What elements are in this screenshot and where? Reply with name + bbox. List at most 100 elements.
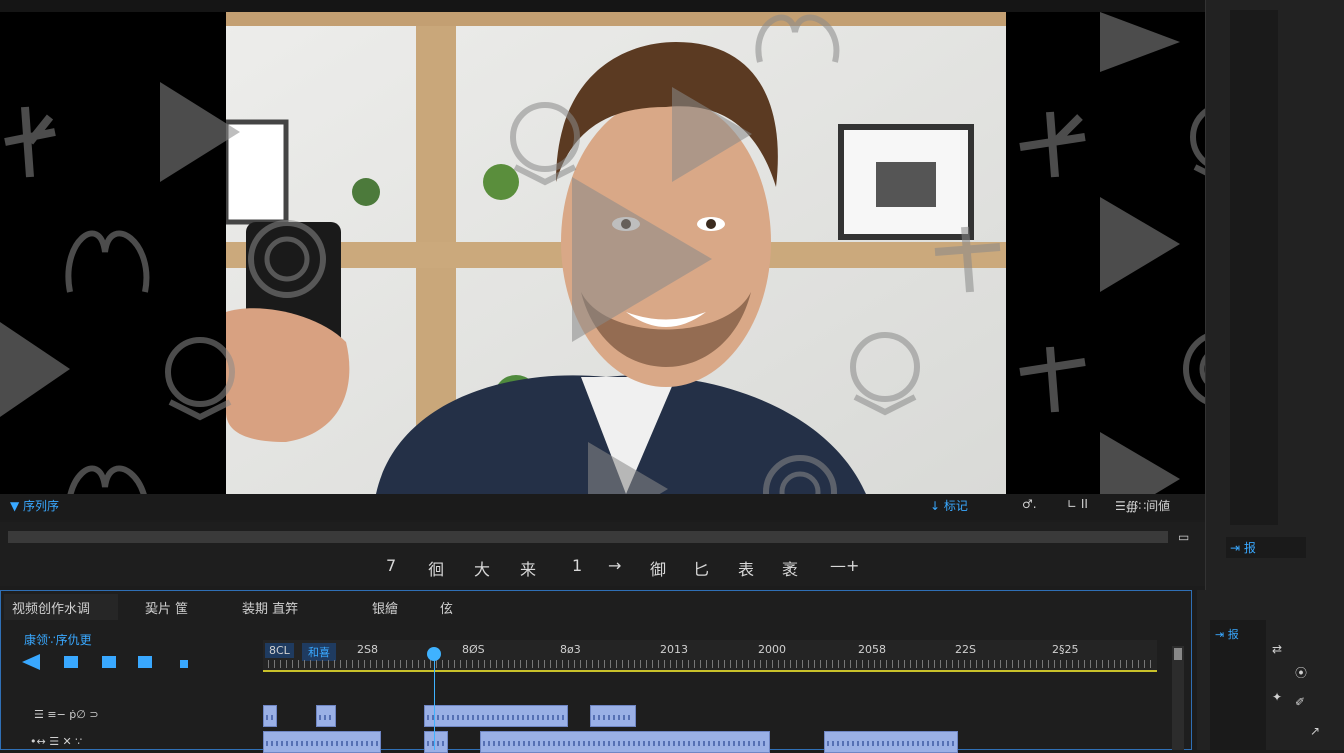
tool-icon[interactable]: ⦿ bbox=[1295, 664, 1307, 681]
transport-button[interactable]: 匕 bbox=[693, 556, 709, 580]
timeline-tool-icons[interactable] bbox=[22, 653, 202, 671]
timeline-scrollbar[interactable] bbox=[1172, 646, 1184, 750]
ruler-tick bbox=[520, 660, 521, 668]
ruler-tick bbox=[658, 660, 659, 668]
ruler-tick bbox=[400, 660, 401, 668]
ruler-tick bbox=[946, 660, 947, 668]
bulb-overlay-icon bbox=[850, 332, 920, 416]
ruler-tick bbox=[274, 660, 275, 668]
video-clip[interactable] bbox=[590, 705, 636, 727]
tab-item[interactable]: 伭 bbox=[440, 598, 453, 617]
ruler-tick bbox=[742, 660, 743, 668]
right-panel-label[interactable]: ⇥ 报 bbox=[1226, 537, 1306, 558]
program-monitor[interactable] bbox=[0, 12, 1205, 494]
video-clip[interactable] bbox=[316, 705, 336, 727]
ruler-tick bbox=[682, 660, 683, 668]
ruler-tick bbox=[820, 660, 821, 668]
ruler-tick bbox=[1054, 660, 1055, 668]
ruler-tick bbox=[754, 660, 755, 668]
transport-button[interactable]: → bbox=[608, 556, 621, 575]
ruler-tick bbox=[610, 660, 611, 668]
ruler-tick bbox=[958, 660, 959, 668]
ruler-tick bbox=[676, 660, 677, 668]
ruler-tick bbox=[1000, 660, 1001, 668]
ruler-tick bbox=[382, 660, 383, 668]
right-panel-scroll-area[interactable] bbox=[1230, 10, 1278, 525]
ruler-tick bbox=[994, 660, 995, 668]
tab-item[interactable]: 巬片 筺 bbox=[145, 598, 188, 617]
transport-button[interactable]: 来 bbox=[520, 556, 536, 580]
ruler-tick bbox=[574, 660, 575, 668]
scrub-bar[interactable] bbox=[8, 531, 1168, 543]
tab-item[interactable]: 装期 直筓 bbox=[242, 598, 298, 617]
video-clip[interactable] bbox=[424, 705, 568, 727]
playhead[interactable] bbox=[427, 647, 441, 661]
ruler-tick bbox=[976, 660, 977, 668]
tool-icon[interactable]: ↗ bbox=[1310, 724, 1320, 738]
ruler-label: 2013 bbox=[660, 643, 688, 656]
transport-button[interactable]: 大 bbox=[474, 556, 490, 580]
ruler-tick bbox=[268, 660, 269, 668]
transport-button[interactable]: 徊 bbox=[428, 556, 444, 580]
monitor-option[interactable]: ☰∰∷间値 bbox=[1115, 497, 1170, 514]
time-ruler[interactable] bbox=[263, 640, 1157, 672]
track-header[interactable]: •↔ ☰ ✕ ∵ bbox=[30, 735, 82, 748]
tab-item[interactable]: 银繪 bbox=[372, 598, 398, 617]
cross-overlay-icon bbox=[1019, 346, 1086, 413]
leaf-overlay-icon bbox=[67, 465, 147, 494]
ruler-tick bbox=[724, 660, 725, 668]
transport-button[interactable]: 7 bbox=[386, 556, 396, 575]
ruler-tick bbox=[298, 660, 299, 668]
ruler-tick bbox=[496, 660, 497, 668]
tools-label: ⇥ 报 bbox=[1215, 628, 1239, 641]
ruler-tick bbox=[484, 660, 485, 668]
fit-icon[interactable]: ▭ bbox=[1178, 530, 1189, 544]
sequence-label[interactable]: ▼ 序列序 bbox=[10, 497, 59, 514]
ruler-tick bbox=[832, 660, 833, 668]
ruler-tick bbox=[964, 660, 965, 668]
ruler-tick bbox=[586, 660, 587, 668]
tool-icon[interactable]: ⇄ bbox=[1272, 642, 1282, 656]
ruler-label: 2000 bbox=[758, 643, 786, 656]
monitor-option[interactable]: ∟ II bbox=[1067, 497, 1088, 511]
ruler-tick bbox=[862, 660, 863, 668]
transport-button[interactable]: 表 bbox=[738, 556, 754, 580]
transport-button[interactable]: 1 bbox=[572, 556, 582, 575]
ruler-tick bbox=[856, 660, 857, 668]
ruler-tick bbox=[442, 660, 443, 668]
work-area-bar[interactable] bbox=[263, 670, 1157, 672]
ruler-tick bbox=[640, 660, 641, 668]
playhead-line[interactable] bbox=[434, 660, 435, 750]
marker-label[interactable]: ↓ 标记 bbox=[930, 497, 968, 514]
ruler-tick bbox=[1150, 660, 1151, 668]
transport-button[interactable]: 御 bbox=[650, 556, 666, 580]
tool-icon[interactable]: ✐ bbox=[1295, 695, 1305, 709]
transport-button[interactable]: —+ bbox=[830, 556, 859, 575]
cross-overlay-icon bbox=[1019, 111, 1086, 178]
ruler-tick bbox=[634, 660, 635, 668]
tool-icon[interactable]: ✦ bbox=[1272, 690, 1282, 704]
ruler-tick bbox=[466, 660, 467, 668]
video-clip[interactable] bbox=[263, 705, 277, 727]
cross-overlay-icon bbox=[934, 226, 1001, 293]
ruler-tick bbox=[562, 660, 563, 668]
ruler-tick bbox=[1012, 660, 1013, 668]
ruler-tick bbox=[580, 660, 581, 668]
ruler-tick bbox=[316, 660, 317, 668]
track-header[interactable]: ☰ ≡− ṗ∅ ⊃ bbox=[34, 708, 99, 721]
ruler-tick bbox=[1024, 660, 1025, 668]
ruler-tick bbox=[1006, 660, 1007, 668]
monitor-option[interactable]: ♂. bbox=[1022, 497, 1037, 511]
play-overlay-icon bbox=[1100, 197, 1180, 292]
play-overlay-icon bbox=[588, 442, 668, 494]
tab-sequence[interactable]: 视频创作水调 bbox=[12, 598, 90, 617]
ruler-tick bbox=[712, 660, 713, 668]
timeline-scroll-thumb[interactable] bbox=[1174, 648, 1182, 660]
ruler-tick bbox=[376, 660, 377, 668]
timecode-label: 康领∵序仇更 bbox=[24, 633, 92, 647]
ruler-label: 22S bbox=[955, 643, 976, 656]
ruler-tick bbox=[502, 660, 503, 668]
transport-button[interactable]: 袤 bbox=[782, 556, 798, 580]
ruler-label: 8ø3 bbox=[560, 643, 581, 656]
play-overlay-icon bbox=[0, 322, 70, 417]
